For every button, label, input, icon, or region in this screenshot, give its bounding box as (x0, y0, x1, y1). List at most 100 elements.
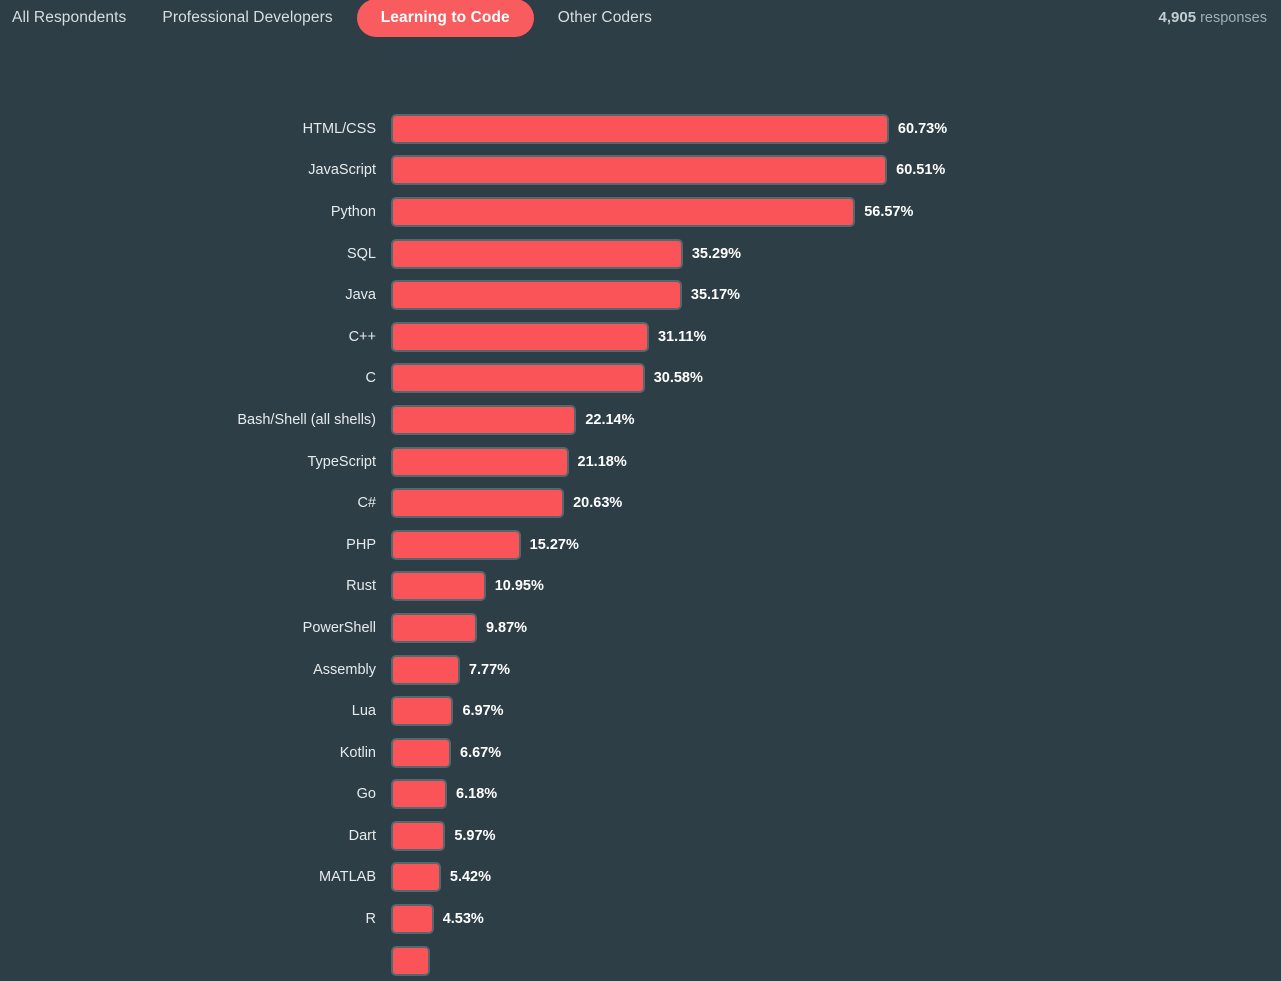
response-count: 4,905 responses (1159, 9, 1267, 26)
bar-group: 15.27% (391, 529, 579, 560)
bar[interactable] (391, 196, 856, 227)
bar-value-label: 20.63% (573, 495, 623, 512)
bar[interactable] (391, 529, 521, 560)
bar[interactable] (391, 238, 683, 269)
chart-row (0, 940, 1281, 981)
bar[interactable] (391, 612, 477, 643)
bar-group: 60.51% (391, 155, 946, 186)
bar-group: 22.14% (391, 404, 635, 435)
segment-tab-list: All Respondents Professional Developers Le… (0, 0, 670, 37)
bar-value-label: 6.97% (462, 703, 504, 720)
bar-value-label: 56.57% (864, 203, 914, 220)
bar[interactable] (391, 280, 682, 311)
bar-value-label: 5.42% (449, 869, 492, 886)
bar-category-label: C# (357, 495, 376, 512)
bar-value-label: 5.97% (454, 827, 496, 844)
bar-value-label: 6.67% (460, 744, 502, 761)
bar-group: 5.97% (391, 820, 496, 851)
chart-row: Java 35.17% (0, 274, 1281, 316)
bar-group: 56.57% (391, 196, 914, 227)
bar-value-label: 4.53% (442, 911, 484, 928)
bar-value-label: 15.27% (529, 536, 579, 553)
bar[interactable] (391, 363, 645, 394)
tab-other-coders[interactable]: Other Coders (540, 0, 670, 36)
chart-row: R 4.53% (0, 898, 1281, 940)
chart-row: Kotlin 6.67% (0, 732, 1281, 774)
survey-segment-tabbar: All Respondents Professional Developers Le… (0, 0, 1281, 52)
bar-category-label: SQL (346, 245, 376, 262)
chart-row: Rust 10.95% (0, 566, 1281, 608)
bar-group: 4.53% (391, 904, 484, 935)
bar-category-label: JavaScript (308, 162, 376, 179)
bar-value-label: 22.14% (585, 411, 635, 428)
chart-row: Dart 5.97% (0, 815, 1281, 857)
bar[interactable] (391, 904, 434, 935)
bar-group: 6.67% (391, 737, 502, 768)
chart-row: HTML/CSS 60.73% (0, 108, 1281, 150)
bar[interactable] (391, 488, 565, 519)
chart-row: PHP 15.27% (0, 524, 1281, 566)
bar-value-label: 30.58% (653, 370, 703, 387)
bar[interactable] (391, 737, 452, 768)
bar[interactable] (391, 404, 577, 435)
bar-group: 35.17% (391, 280, 741, 311)
bar[interactable] (391, 820, 446, 851)
bar-category-label: Go (356, 786, 376, 803)
bar[interactable] (391, 113, 889, 144)
bar-group: 31.11% (391, 321, 707, 352)
bar-value-label: 60.51% (896, 162, 946, 179)
bar-group: 7.77% (391, 654, 511, 685)
bar-group: 20.63% (391, 488, 623, 519)
bar-group: 6.97% (391, 696, 504, 727)
bar-category-label: TypeScript (307, 453, 377, 470)
chart-row: Assembly 7.77% (0, 649, 1281, 691)
chart-row: Python 56.57% (0, 191, 1281, 233)
bar-group: 6.18% (391, 779, 497, 810)
tab-professional-developers[interactable]: Professional Developers (144, 0, 350, 36)
chart-row: Lua 6.97% (0, 690, 1281, 732)
bar-category-label: Assembly (313, 661, 376, 678)
chart-row: Bash/Shell (all shells) 22.14% (0, 399, 1281, 441)
bar-category-label: C++ (348, 328, 376, 345)
language-usage-bar-chart: HTML/CSS 60.73% JavaScript 60.51% Python 56.5… (0, 108, 1281, 981)
bar[interactable] (391, 155, 888, 186)
bar[interactable] (391, 862, 441, 893)
bar-group (391, 945, 439, 976)
bar-category-label: Lua (351, 703, 376, 720)
bar[interactable] (391, 654, 460, 685)
bar-category-label: HTML/CSS (302, 120, 376, 137)
bar-category-label: Bash/Shell (all shells) (237, 411, 376, 428)
bar-group: 10.95% (391, 571, 544, 602)
bar[interactable] (391, 779, 448, 810)
chart-row: C 30.58% (0, 358, 1281, 400)
bar[interactable] (391, 571, 486, 602)
bar-category-label: MATLAB (319, 869, 376, 886)
bar[interactable] (391, 446, 569, 477)
bar-group: 21.18% (391, 446, 627, 477)
chart-row: JavaScript 60.51% (0, 150, 1281, 192)
chart-row: MATLAB 5.42% (0, 857, 1281, 899)
bar-value-label: 35.17% (690, 287, 741, 304)
chart-row: Go 6.18% (0, 774, 1281, 816)
tab-learning-to-code[interactable]: Learning to Code (356, 0, 534, 37)
tab-all-respondents[interactable]: All Respondents (0, 0, 144, 36)
bar-category-label: PHP (346, 536, 376, 553)
chart-row: SQL 35.29% (0, 233, 1281, 275)
bar-value-label: 7.77% (468, 661, 511, 678)
bar[interactable] (391, 945, 431, 976)
bar-category-label: C (365, 370, 376, 387)
bar-value-label: 31.11% (657, 328, 707, 345)
bar-category-label: Java (345, 287, 376, 304)
bar-category-label: PowerShell (302, 619, 376, 636)
bar-group: 9.87% (391, 612, 527, 643)
chart-row: C++ 31.11% (0, 316, 1281, 358)
bar-category-label: R (365, 911, 376, 928)
bar-category-label: Dart (348, 827, 376, 844)
chart-row: PowerShell 9.87% (0, 607, 1281, 649)
bar[interactable] (391, 696, 454, 727)
bar-category-label: Kotlin (339, 744, 376, 761)
bar[interactable] (391, 321, 649, 352)
chart-row: TypeScript 21.18% (0, 441, 1281, 483)
bar-group: 35.29% (391, 238, 741, 269)
response-count-word: responses (1200, 10, 1267, 26)
